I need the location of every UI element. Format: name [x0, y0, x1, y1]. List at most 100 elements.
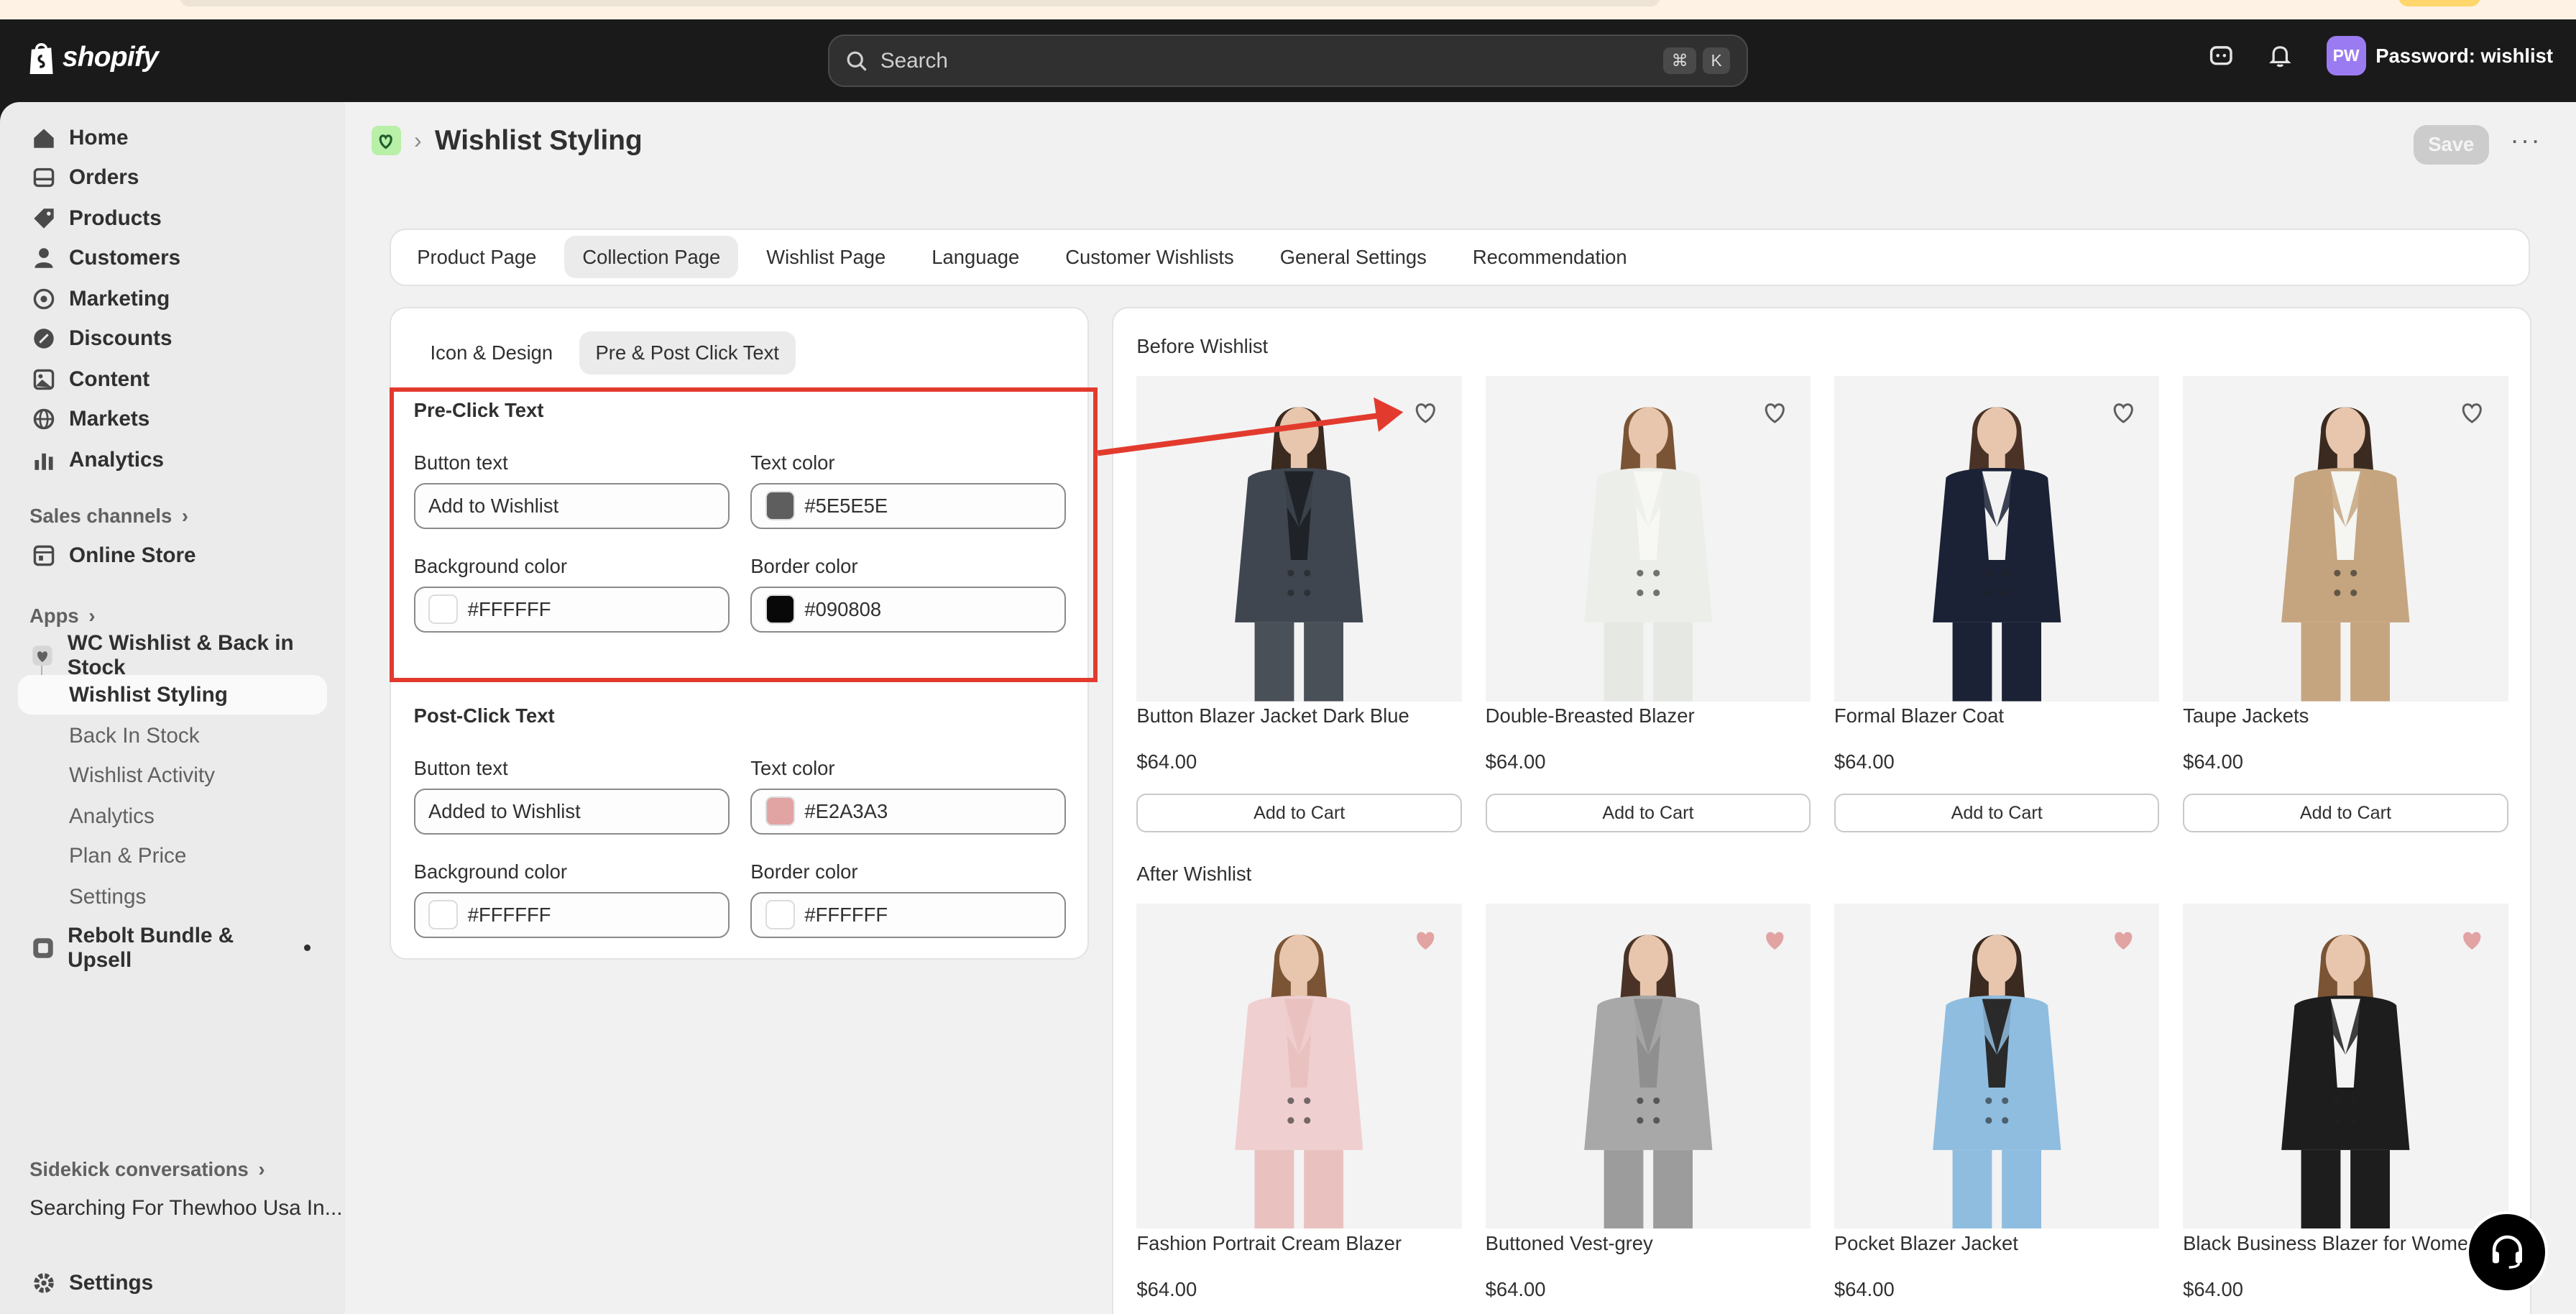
store-menu[interactable]: PW Password: wishlist: [2326, 36, 2553, 76]
product-name[interactable]: Taupe Jackets: [2183, 704, 2508, 727]
product-card[interactable]: Black Business Blazer for Women $64.00: [2183, 903, 2508, 1301]
tab-collection-page[interactable]: Collection Page: [564, 235, 739, 279]
sidebar-item-label: Analytics: [68, 447, 165, 472]
page-header: › Wishlist Styling: [371, 124, 643, 157]
subtab-pre-post-click[interactable]: Pre & Post Click Text: [579, 331, 796, 375]
store-icon: [31, 543, 55, 567]
sidebar-item-products[interactable]: Products: [18, 199, 327, 239]
sidebar-item-content[interactable]: Content: [18, 360, 327, 400]
sidekick-icon[interactable]: [2208, 42, 2235, 69]
sidebar-item-markets[interactable]: Markets: [18, 399, 327, 438]
sidebar-item-back-in-stock[interactable]: Back In Stock: [18, 717, 327, 756]
search-placeholder: Search: [880, 48, 948, 73]
heart-filled-icon[interactable]: [2459, 927, 2485, 953]
sidebar-item-label: Marketing: [68, 286, 170, 311]
add-to-cart-button[interactable]: Add to Cart: [2183, 793, 2508, 833]
product-name[interactable]: Black Business Blazer for Women: [2183, 1232, 2508, 1255]
heart-outline-icon[interactable]: [2110, 399, 2137, 426]
add-to-cart-button[interactable]: Add to Cart: [1136, 793, 1462, 833]
sidebar-item-customers[interactable]: Customers: [18, 238, 327, 277]
sidebar-item-discounts[interactable]: Discounts: [18, 318, 327, 358]
annotation-arrow: [1097, 398, 1403, 456]
product-image[interactable]: [1834, 903, 2160, 1229]
more-actions-icon[interactable]: ···: [2511, 125, 2542, 155]
post-bg-color-input[interactable]: #FFFFFF: [413, 891, 730, 938]
sidebar-item-app-settings[interactable]: Settings: [18, 878, 327, 917]
post-click-title: Post-Click Text: [413, 704, 555, 727]
post-border-color-swatch[interactable]: [765, 900, 795, 930]
sidebar-item-wc-wishlist[interactable]: WC Wishlist & Back in Stock: [18, 631, 327, 679]
sidebar-item-label: Back In Stock: [68, 723, 200, 748]
sidebar-item-home[interactable]: Home: [18, 119, 327, 158]
product-image[interactable]: [2183, 376, 2508, 702]
orders-icon: [31, 165, 55, 190]
apps-header[interactable]: Apps ›: [29, 605, 95, 628]
sidebar-item-label: WC Wishlist & Back in Stock: [67, 630, 294, 679]
product-name[interactable]: Pocket Blazer Jacket: [1834, 1232, 2160, 1255]
sales-channels-header[interactable]: Sales channels ›: [29, 505, 188, 528]
sidekick-header[interactable]: Sidekick conversations ›: [29, 1158, 265, 1181]
sidebar-item-label: Settings: [68, 1271, 154, 1295]
bell-icon[interactable]: [2267, 42, 2294, 69]
add-to-cart-button[interactable]: Add to Cart: [1834, 793, 2160, 833]
product-card[interactable]: Pocket Blazer Jacket $64.00: [1834, 903, 2160, 1301]
app-heart-icon[interactable]: [371, 126, 401, 156]
sidebar-item-settings[interactable]: Settings: [18, 1264, 327, 1303]
sidebar-item-orders[interactable]: Orders: [18, 157, 327, 197]
product-card[interactable]: Buttoned Vest-grey $64.00: [1485, 903, 1811, 1301]
save-button[interactable]: Save: [2413, 124, 2489, 165]
sidebar-item-plan-price[interactable]: Plan & Price: [18, 836, 327, 876]
subtab-icon-design[interactable]: Icon & Design: [414, 331, 569, 374]
post-border-color-input[interactable]: #FFFFFF: [750, 891, 1067, 938]
post-text-color-swatch[interactable]: [765, 796, 795, 827]
product-name[interactable]: Button Blazer Jacket Dark Blue: [1136, 704, 1462, 727]
product-name[interactable]: Fashion Portrait Cream Blazer: [1136, 1232, 1462, 1255]
app-box-icon: [31, 936, 54, 960]
post-text-color-input[interactable]: #E2A3A3: [750, 788, 1067, 835]
tab-customer-wishlists[interactable]: Customer Wishlists: [1047, 236, 1252, 278]
sidebar-item-marketing[interactable]: Marketing: [18, 280, 327, 319]
shopify-logo[interactable]: shopify: [27, 40, 159, 75]
heart-outline-icon[interactable]: [1762, 399, 1788, 426]
sidebar-item-online-store[interactable]: Online Store: [18, 536, 327, 575]
highlight-box: [389, 387, 1098, 682]
tab-product-page[interactable]: Product Page: [399, 236, 554, 278]
heart-filled-icon[interactable]: [1412, 927, 1439, 953]
sidebar-item-wishlist-styling[interactable]: Wishlist Styling: [18, 675, 327, 715]
add-to-cart-button[interactable]: Add to Cart: [1485, 793, 1811, 833]
support-chat-button[interactable]: [2465, 1210, 2549, 1293]
product-image[interactable]: [2183, 903, 2508, 1229]
heart-filled-icon[interactable]: [1762, 927, 1788, 953]
post-button-text-value: Added to Wishlist: [428, 799, 581, 822]
product-card[interactable]: Double-Breasted Blazer $64.00 Add to Car…: [1485, 376, 1811, 833]
tab-wishlist-page[interactable]: Wishlist Page: [748, 236, 903, 278]
chevron-right-icon: ›: [88, 605, 96, 628]
sidebar-item-app-analytics[interactable]: Analytics: [18, 797, 327, 837]
heart-filled-icon[interactable]: [2110, 927, 2137, 953]
product-card[interactable]: Fashion Portrait Cream Blazer $64.00: [1136, 903, 1462, 1301]
product-price: $64.00: [2183, 1277, 2243, 1300]
post-bg-color-value: #FFFFFF: [467, 903, 551, 926]
product-name[interactable]: Double-Breasted Blazer: [1486, 704, 1811, 727]
tab-general-settings[interactable]: General Settings: [1262, 236, 1445, 278]
post-text-color-label: Text color: [750, 757, 835, 780]
product-image[interactable]: [1834, 376, 2160, 702]
heart-outline-icon[interactable]: [2459, 399, 2485, 426]
tab-language[interactable]: Language: [914, 236, 1037, 278]
sidekick-conversation[interactable]: Searching For Thewhoo Usa In...: [29, 1196, 342, 1221]
sidebar-item-wishlist-activity[interactable]: Wishlist Activity: [18, 755, 327, 795]
product-name[interactable]: Formal Blazer Coat: [1834, 704, 2160, 727]
product-image[interactable]: [1485, 903, 1811, 1229]
product-name[interactable]: Buttoned Vest-grey: [1486, 1232, 1811, 1255]
tab-recommendation[interactable]: Recommendation: [1455, 236, 1645, 278]
post-button-text-input[interactable]: Added to Wishlist: [413, 788, 730, 835]
product-card[interactable]: Formal Blazer Coat $64.00 Add to Cart: [1834, 376, 2160, 833]
post-bg-color-swatch[interactable]: [428, 900, 459, 930]
page-title: Wishlist Styling: [434, 124, 643, 156]
sidebar-item-rebolt[interactable]: Rebolt Bundle & Upsell: [18, 924, 327, 972]
sidebar-item-analytics[interactable]: Analytics: [18, 441, 327, 480]
product-image[interactable]: [1136, 903, 1462, 1229]
product-image[interactable]: [1485, 376, 1811, 702]
product-card[interactable]: Taupe Jackets $64.00 Add to Cart: [2183, 376, 2508, 833]
search-input[interactable]: Search ⌘ K: [827, 34, 1748, 88]
